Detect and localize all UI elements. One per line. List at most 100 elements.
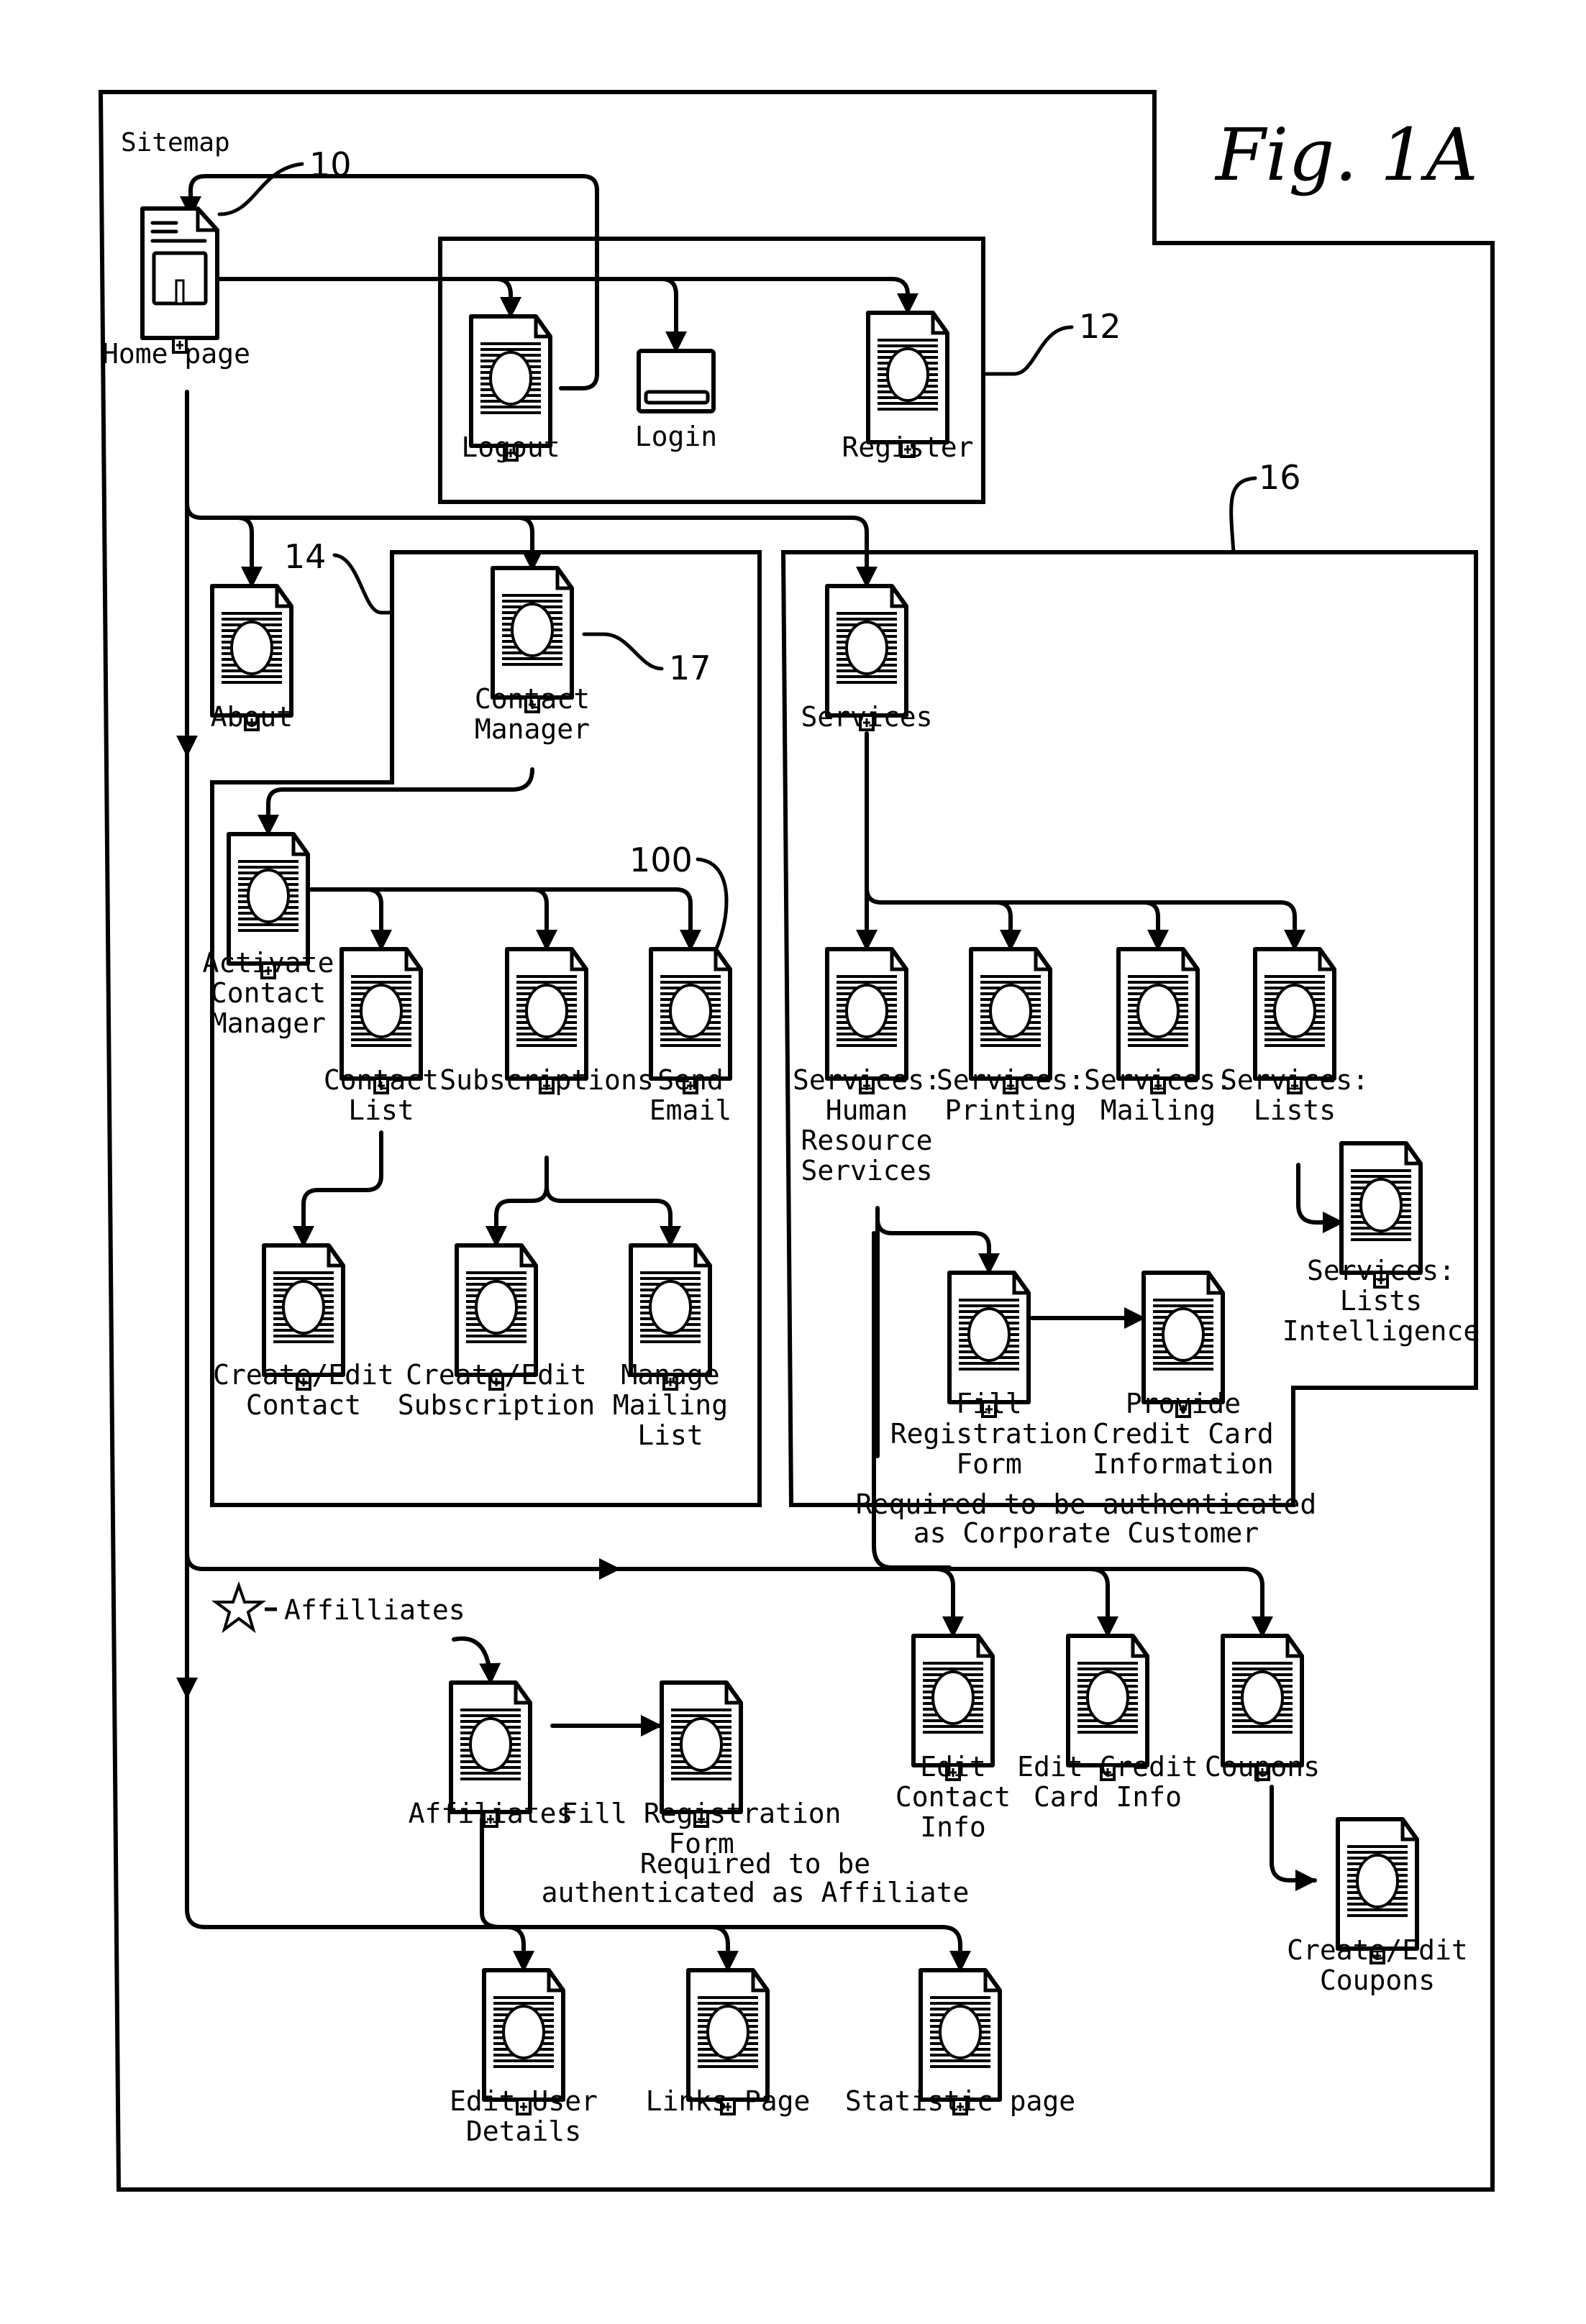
node-label: Services — [801, 701, 932, 733]
node-label: Login — [635, 421, 717, 452]
node-label: Registration — [890, 1418, 1088, 1450]
node-svc-hr[interactable]: Services:HumanResourceServices — [793, 949, 941, 1186]
node-ce-coupons[interactable]: Create/EditCoupons — [1287, 1819, 1468, 1996]
node-credit-card[interactable]: ProvideCredit CardInformation — [1093, 1273, 1274, 1480]
node-label: Manage — [621, 1359, 719, 1391]
node-label: Information — [1093, 1448, 1274, 1480]
node-fill-reg-aff[interactable]: Fill RegistrationForm — [562, 1683, 842, 1859]
node-label: Resource — [801, 1125, 932, 1156]
node-statistic-page[interactable]: Statistic page — [845, 1970, 1075, 2117]
ref-14-leader — [332, 553, 394, 615]
node-label: Services: — [1084, 1064, 1232, 1096]
node-label: Contact — [246, 1389, 361, 1421]
node-label: Links Page — [646, 2085, 811, 2117]
node-label: Mailing — [1100, 1094, 1216, 1126]
node-label: Details — [466, 2115, 581, 2147]
note-line: as Corporate Customer — [913, 1517, 1259, 1549]
star-icon — [211, 1580, 267, 1634]
ref-16-leader — [1229, 476, 1257, 554]
node-label: Provide — [1126, 1388, 1241, 1419]
node-label: Affiliates — [409, 1798, 573, 1829]
node-ce-contact[interactable]: Create/EditContact — [213, 1245, 394, 1421]
node-contact-list[interactable]: ContactList — [324, 949, 439, 1126]
node-links-page[interactable]: Links Page — [646, 1970, 811, 2117]
sitemap-diagram: Fig. 1A Sitemap 10 12 14 16 17 100 Home … — [98, 90, 1495, 2192]
node-label: Contact — [324, 1064, 439, 1096]
node-about[interactable]: About — [211, 586, 293, 733]
node-label: Card Info — [1034, 1781, 1182, 1813]
node-register[interactable]: Register — [842, 313, 974, 463]
node-edit-user[interactable]: Edit UserDetails — [450, 1970, 598, 2147]
affiliates-marker-label: Affilliates — [284, 1594, 465, 1626]
node-label: Services — [801, 1155, 932, 1186]
node-send-email[interactable]: SendEmail — [650, 949, 732, 1126]
node-label: Credit Card — [1093, 1418, 1274, 1450]
node-activate-cm[interactable]: ActivateContactManager — [202, 834, 334, 1039]
node-label: Subscriptions — [439, 1064, 653, 1096]
node-svc-lists[interactable]: Services:Lists — [1221, 949, 1369, 1126]
node-label: Send — [657, 1064, 724, 1096]
node-svc-lists-intel[interactable]: Services:ListsIntelligence — [1282, 1143, 1480, 1347]
note-line: Required to be — [640, 1848, 870, 1880]
home-page-icon — [140, 206, 219, 354]
ref-16: 16 — [1259, 458, 1301, 497]
node-label: Activate — [202, 947, 334, 979]
node-label: List — [348, 1094, 414, 1126]
node-edit-cc-info[interactable]: Edit CreditCard Info — [1017, 1636, 1198, 1813]
node-label: Human — [826, 1094, 908, 1126]
node-label: List — [637, 1419, 703, 1451]
node-fill-reg-svc[interactable]: FillRegistrationForm — [890, 1273, 1088, 1480]
node-label: Create/Edit — [1287, 1934, 1468, 1966]
ref-17-leader — [582, 632, 664, 671]
node-label: Home page — [102, 338, 250, 370]
node-contact-manager[interactable]: ContactManager — [475, 568, 590, 745]
corporate-auth-note: Required to be authenticated as Corporat… — [856, 1488, 1317, 1549]
node-label: About — [211, 701, 293, 733]
node-coupons[interactable]: Coupons — [1205, 1636, 1320, 1783]
node-label: Fill Registration — [562, 1798, 842, 1829]
ref-10-leader — [217, 162, 304, 216]
node-label: Intelligence — [1282, 1315, 1480, 1347]
node-label: Mailing — [613, 1389, 728, 1421]
node-label: Services: — [793, 1064, 941, 1096]
node-ce-subscription[interactable]: Create/EditSubscription — [398, 1245, 596, 1421]
note-line: authenticated as Affiliate — [542, 1877, 970, 1908]
node-affiliates[interactable]: Affiliates — [409, 1683, 573, 1829]
node-label: Info — [920, 1811, 986, 1843]
figure-title: Fig. 1A — [1214, 113, 1478, 197]
node-label: Services: — [1307, 1255, 1455, 1286]
node-login[interactable]: Login — [635, 349, 717, 452]
affiliates-marker: Affilliates — [211, 1580, 465, 1634]
node-svc-mailing[interactable]: Services:Mailing — [1084, 949, 1232, 1126]
node-label: Lists — [1340, 1285, 1422, 1317]
node-label: Create/Edit — [406, 1359, 587, 1391]
ref-12-leader — [981, 325, 1074, 376]
ref-14: 14 — [284, 537, 327, 576]
node-services[interactable]: Services — [801, 586, 933, 733]
node-label: Statistic page — [845, 2085, 1075, 2117]
node-label: Create/Edit — [213, 1359, 394, 1391]
node-label: Contact — [211, 977, 326, 1009]
node-label: Services: — [936, 1064, 1085, 1096]
node-label: Services: — [1221, 1064, 1369, 1096]
node-edit-contact-info[interactable]: EditContactInfo — [895, 1636, 1011, 1843]
node-logout[interactable]: Logout — [461, 316, 560, 463]
node-label: Coupons — [1320, 1964, 1435, 1996]
note-line: Required to be authenticated — [856, 1488, 1317, 1520]
node-label: Lists — [1254, 1094, 1336, 1126]
node-home-page[interactable]: Home page — [102, 206, 250, 370]
node-label: Manager — [475, 713, 590, 745]
node-label: Subscription — [398, 1389, 596, 1421]
node-svc-printing[interactable]: Services:Printing — [936, 949, 1085, 1126]
node-label: Logout — [461, 431, 560, 463]
node-label: Contact — [895, 1781, 1011, 1813]
node-manage-ml[interactable]: ManageMailingList — [613, 1245, 728, 1451]
sitemap-label: Sitemap — [121, 128, 230, 157]
node-label: Edit — [920, 1751, 986, 1783]
node-label: Form — [956, 1448, 1022, 1480]
node-subscriptions[interactable]: Subscriptions — [439, 949, 654, 1096]
node-label: Manager — [211, 1007, 326, 1039]
node-label: Email — [650, 1094, 732, 1126]
node-label: Contact — [475, 683, 590, 715]
login-form-icon — [637, 349, 716, 413]
